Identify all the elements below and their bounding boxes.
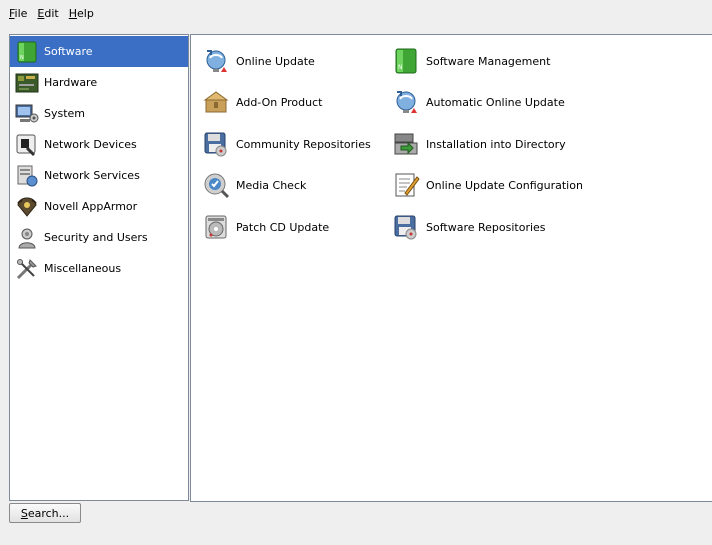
sidebar-item-hardware[interactable]: Hardware <box>10 67 188 98</box>
addon-product-icon <box>202 88 230 116</box>
online-update-icon <box>202 47 230 75</box>
community-repositories-icon <box>202 130 230 158</box>
software-repositories-icon <box>392 213 420 241</box>
menu-help[interactable]: Help <box>64 4 99 24</box>
svg-text:N: N <box>20 55 24 61</box>
patch-cd-update-icon <box>202 213 230 241</box>
search-button[interactable]: Search... <box>9 503 81 523</box>
software-icon: N <box>15 40 39 64</box>
module-software-management[interactable]: N Software Management <box>392 47 550 75</box>
sidebar-item-system[interactable]: System <box>10 98 188 129</box>
online-update-configuration-icon <box>392 171 420 199</box>
module-installation-into-directory[interactable]: Installation into Directory <box>392 130 566 158</box>
module-patch-cd-update[interactable]: Patch CD Update <box>202 213 329 241</box>
sidebar-item-novell-apparmor[interactable]: Novell AppArmor <box>10 191 188 222</box>
network-devices-icon <box>15 133 39 157</box>
menu-file[interactable]: File <box>4 4 32 24</box>
network-services-icon <box>15 164 39 188</box>
system-icon <box>15 102 39 126</box>
svg-text:N: N <box>398 64 403 71</box>
software-management-icon: N <box>392 47 420 75</box>
module-online-update-configuration[interactable]: Online Update Configuration <box>392 171 583 199</box>
installation-into-directory-icon <box>392 130 420 158</box>
sidebar-item-security-and-users[interactable]: Security and Users <box>10 222 188 253</box>
automatic-online-update-icon <box>392 88 420 116</box>
media-check-icon <box>202 171 230 199</box>
module-panel: Online Update N Software Management Add-… <box>190 34 712 502</box>
sidebar-item-network-services[interactable]: Network Services <box>10 160 188 191</box>
sidebar-item-software[interactable]: N Software <box>10 36 188 67</box>
miscellaneous-icon <box>15 257 39 281</box>
module-online-update[interactable]: Online Update <box>202 47 315 75</box>
module-media-check[interactable]: Media Check <box>202 171 306 199</box>
category-list: N Software Hardware System Network Devic… <box>9 34 189 501</box>
module-software-repositories[interactable]: Software Repositories <box>392 213 546 241</box>
module-add-on-product[interactable]: Add-On Product <box>202 88 322 116</box>
menu-bar: File Edit Help <box>0 0 712 28</box>
module-automatic-online-update[interactable]: Automatic Online Update <box>392 88 565 116</box>
hardware-icon <box>15 71 39 95</box>
menu-edit[interactable]: Edit <box>32 4 63 24</box>
apparmor-icon <box>15 195 39 219</box>
module-community-repositories[interactable]: Community Repositories <box>202 130 371 158</box>
sidebar-item-miscellaneous[interactable]: Miscellaneous <box>10 253 188 284</box>
security-users-icon <box>15 226 39 250</box>
sidebar-item-network-devices[interactable]: Network Devices <box>10 129 188 160</box>
